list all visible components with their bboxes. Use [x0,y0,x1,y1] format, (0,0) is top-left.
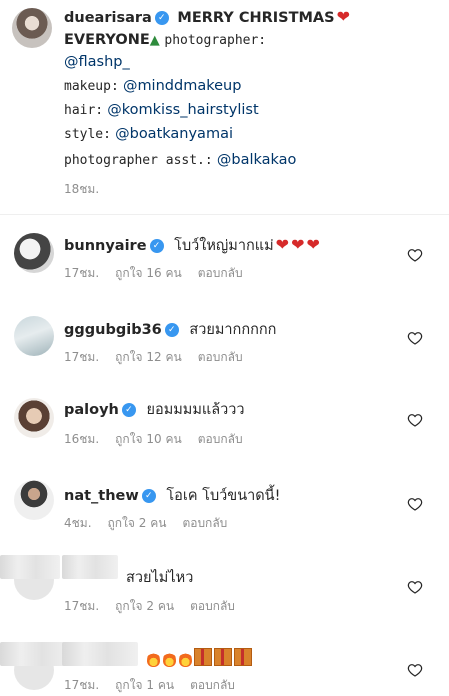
fire-icon [147,650,160,667]
caption-time: 18ชม. [64,182,100,196]
label-makeup: makeup: [64,79,119,94]
link-asst[interactable]: @balkakao [217,152,297,168]
verified-badge-icon: ✓ [121,403,136,417]
comment-meta: 17ชม. ถูกใจ 2 คน ตอบกลับ [64,597,251,616]
hair-line: hair: @komkiss_hairstylist [64,100,259,121]
caption-text: MERRY CHRISTMAS [177,10,335,26]
comment-username[interactable]: nat_thew [64,488,139,504]
avatar-bunnyaire[interactable] [14,233,54,273]
comment-likes[interactable]: ถูกใจ 12 คน [115,350,182,364]
avatar-paloyh[interactable] [14,398,54,438]
comment-text: สวยไม่ไหว [126,570,194,586]
red-heart-icon: ❤ [306,235,320,254]
red-heart-icon: ❤ [275,235,290,254]
comment-likes[interactable]: ถูกใจ 2 คน [108,516,167,530]
blurred-username [62,555,118,579]
divider [0,214,449,215]
comment-meta: 17ชม. ถูกใจ 16 คน ตอบกลับ [64,264,259,283]
comment-time: 4ชม. [64,516,92,530]
link-photographer[interactable]: @flashp_ [64,54,130,70]
comment-username[interactable]: bunnyaire [64,238,147,254]
comment-3: paloyh ✓ ยอมมมมแล้ววว [64,398,245,421]
label-asst: photographer asst.: [64,153,213,168]
comment-time: 17ชม. [64,599,100,613]
asst-line: photographer asst.: @balkakao [64,150,296,171]
verified-badge-icon: ✓ [154,11,169,25]
comment-likes[interactable]: ถูกใจ 16 คน [115,266,182,280]
fire-icon [163,650,176,667]
comment-text: โอเค โบว์ขนาดนี้! [166,488,281,504]
reply-button[interactable]: ตอบกลับ [182,516,227,530]
comment-meta: 4ชม. ถูกใจ 2 คน ตอบกลับ [64,514,243,533]
comment-time: 17ชม. [64,266,100,280]
link-style[interactable]: @boatkanyamai [115,126,233,142]
blurred-username [0,555,60,579]
gift-icon [234,648,252,666]
label-photographer: photographer: [164,33,267,48]
comment-2: gggubgib36 ✓ สวยมากกกกก [64,318,276,341]
label-style: style: [64,127,111,142]
comment-6 [144,648,252,668]
heart-outline-icon[interactable] [407,662,423,678]
photographer-line: @flashp_ [64,52,130,73]
heart-outline-icon[interactable] [407,247,423,263]
comment-meta: 16ชม. ถูกใจ 10 คน ตอบกลับ [64,430,259,449]
comment-meta: 17ชม. ถูกใจ 12 คน ตอบกลับ [64,348,259,367]
verified-badge-icon: ✓ [141,489,156,503]
heart-outline-icon[interactable] [407,412,423,428]
reply-button[interactable]: ตอบกลับ [198,350,243,364]
caption-username[interactable]: duearisara [64,10,152,26]
comment-time: 16ชม. [64,432,100,446]
heart-outline-icon[interactable] [407,330,423,346]
reply-button[interactable]: ตอบกลับ [190,599,235,613]
comment-5: สวยไม่ไหว [124,566,193,589]
comment-text: ยอมมมมแล้ววว [146,402,245,418]
comment-1: bunnyaire ✓ โบว์ใหญ่มากแม่ ❤ ❤ ❤ [64,234,320,257]
verified-badge-icon: ✓ [149,239,164,253]
comment-time: 17ชม. [64,678,100,692]
avatar-duearisara[interactable] [12,8,52,48]
avatar-nat-thew[interactable] [14,480,54,520]
makeup-line: makeup: @minddmakeup [64,76,241,97]
comment-likes[interactable]: ถูกใจ 2 คน [115,599,174,613]
heart-outline-icon[interactable] [407,579,423,595]
comment-4: nat_thew ✓ โอเค โบว์ขนาดนี้! [64,484,280,507]
caption-text-2: EVERYONE [64,32,150,48]
avatar-gggubgib36[interactable] [14,316,54,356]
heart-outline-icon[interactable] [407,496,423,512]
label-hair: hair: [64,103,104,118]
verified-badge-icon: ✓ [164,323,179,337]
reply-button[interactable]: ตอบกลับ [198,432,243,446]
comment-time: 17ชม. [64,350,100,364]
gift-icon [214,648,232,666]
blurred-username [62,642,138,666]
comment-text: สวยมากกกกก [189,322,277,338]
blurred-username [0,642,70,666]
christmas-tree-icon: ▲ [149,33,160,48]
comment-meta: 17ชม. ถูกใจ 1 คน ตอบกลับ [64,676,251,695]
red-heart-icon: ❤ [291,235,305,254]
link-makeup[interactable]: @minddmakeup [123,78,241,94]
red-heart-icon: ❤ [336,7,350,26]
gift-icon [194,648,212,666]
comment-text: โบว์ใหญ่มากแม่ [174,238,274,254]
reply-button[interactable]: ตอบกลับ [198,266,243,280]
comment-username[interactable]: paloyh [64,402,119,418]
comment-likes[interactable]: ถูกใจ 10 คน [115,432,182,446]
style-line: style: @boatkanyamai [64,124,233,145]
comment-likes[interactable]: ถูกใจ 1 คน [115,678,174,692]
comment-username[interactable]: gggubgib36 [64,322,162,338]
fire-icon [179,650,192,667]
caption-first-line: duearisara ✓ MERRY CHRISTMAS ❤ EVERYONE▲ ph… [64,6,444,52]
reply-button[interactable]: ตอบกลับ [190,678,235,692]
link-hair[interactable]: @komkiss_hairstylist [107,102,258,118]
